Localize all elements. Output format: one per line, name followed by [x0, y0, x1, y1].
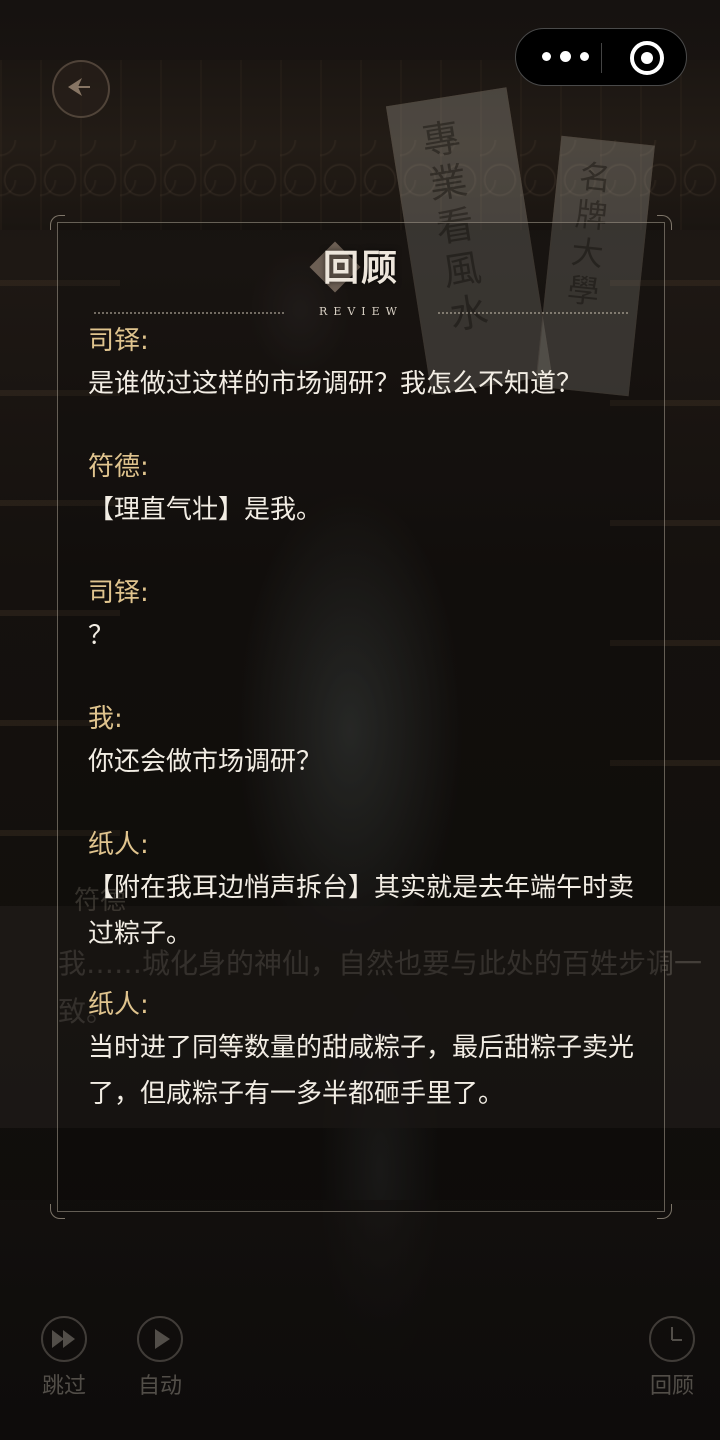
review-entry: 纸人: 【附在我耳边悄声拆台】其实就是去年端午时卖过粽子。 [88, 825, 644, 957]
capsule-divider [601, 43, 602, 73]
dialogue-line: 当时进了同等数量的甜咸粽子，最后甜粽子卖光了，但咸粽子有一多半都砸手里了。 [88, 1033, 635, 1109]
target-circle-icon[interactable] [630, 41, 664, 75]
auto-button[interactable]: 自动 [120, 1316, 200, 1400]
speaker-name: 纸人: [88, 830, 149, 860]
speaker-name: 司铎: [88, 578, 149, 608]
dialogue-line: 【理直气壮】是我。 [88, 495, 323, 525]
floor-shadow [0, 1200, 720, 1440]
corner-ornament [50, 215, 65, 230]
auto-label: 自动 [137, 1374, 182, 1399]
dialogue-line: ？ [88, 621, 115, 651]
panel-title: 回顾 [322, 247, 399, 289]
review-entry: 纸人: 当时进了同等数量的甜咸粽子，最后甜粽子卖光了，但咸粽子有一多半都砸手里了… [88, 985, 644, 1117]
review-log[interactable]: 司铎: 是谁做过这样的市场调研？我怎么不知道？ 符德: 【理直气壮】是我。 司铎… [88, 321, 644, 1157]
speaker-name: 司铎: [88, 326, 149, 356]
speaker-name: 我: [88, 704, 123, 734]
dotted-divider [438, 312, 628, 314]
play-icon [137, 1316, 183, 1362]
clock-icon [649, 1316, 695, 1362]
review-entry: 符德: 【理直气壮】是我。 [88, 447, 644, 533]
dialogue-line: 是谁做过这样的市场调研？我怎么不知道？ [88, 369, 583, 399]
panel-header: 回顾 [58, 241, 664, 303]
dialogue-line: 【附在我耳边悄声拆台】其实就是去年端午时卖过粽子。 [88, 873, 635, 949]
speaker-name: 纸人: [88, 990, 149, 1020]
skip-button[interactable]: 跳过 [24, 1316, 104, 1400]
review-entry: 司铎: 是谁做过这样的市场调研？我怎么不知道？ [88, 321, 644, 407]
fast-forward-icon [41, 1316, 87, 1362]
review-entry: 我: 你还会做市场调研？ [88, 699, 644, 785]
back-arrow-icon [68, 78, 90, 96]
review-entry: 司铎: ？ [88, 573, 644, 659]
mini-program-capsule [515, 28, 687, 86]
review-button[interactable]: 回顾 [632, 1316, 712, 1400]
back-button[interactable] [52, 60, 110, 118]
panel-subtitle-row: REVIEW [94, 305, 628, 321]
speaker-name: 符德: [88, 452, 149, 482]
review-label: 回顾 [649, 1374, 694, 1399]
dialogue-line: 你还会做市场调研？ [88, 747, 323, 777]
skip-label: 跳过 [41, 1374, 86, 1399]
review-panel: 回顾 REVIEW 司铎: 是谁做过这样的市场调研？我怎么不知道？ 符德: 【理… [50, 215, 672, 1219]
more-dots-icon[interactable] [542, 29, 590, 85]
